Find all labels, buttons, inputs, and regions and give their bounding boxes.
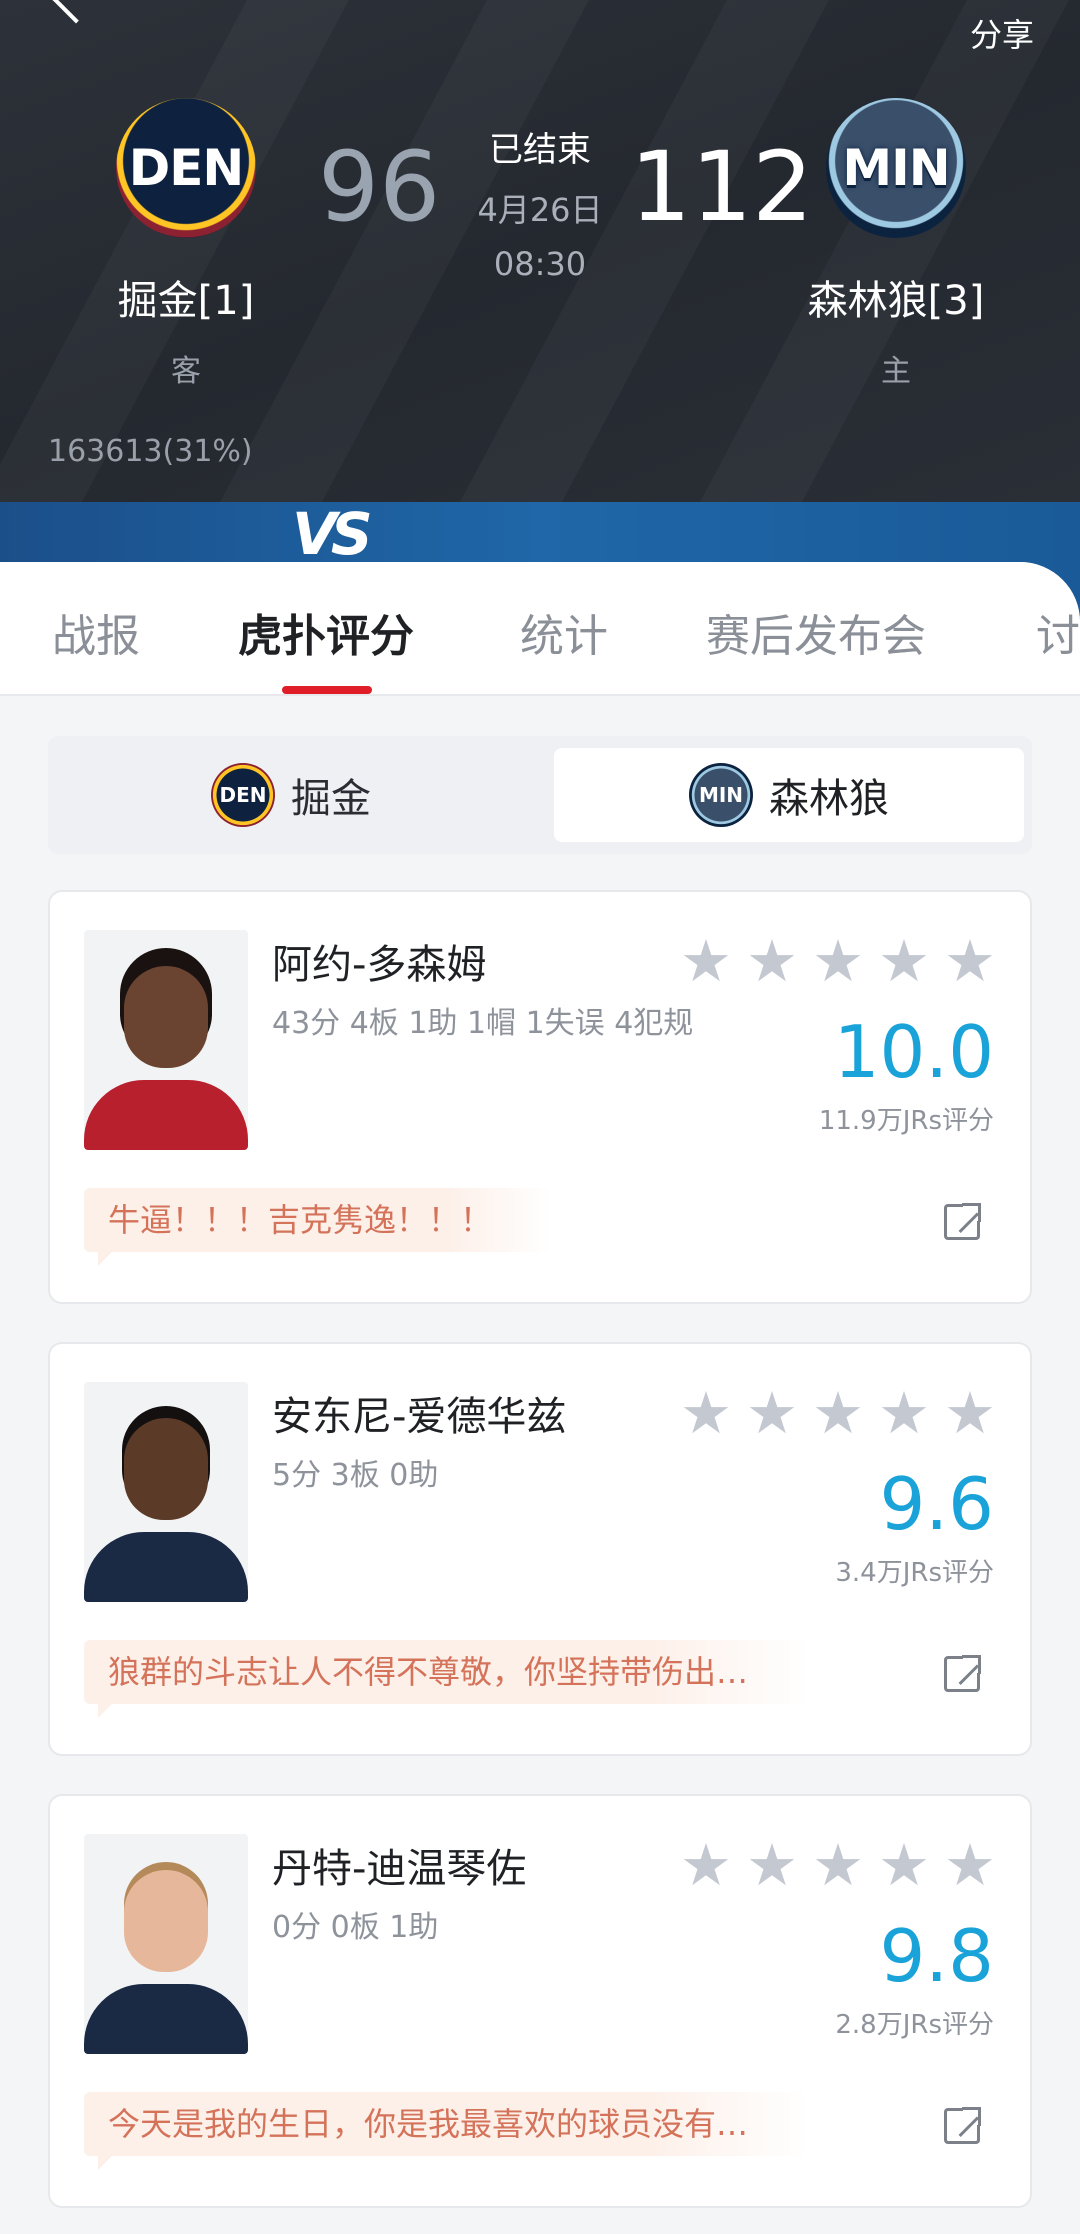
player-stats: 43分 4板 1助 1帽 1失误 4犯规 (272, 1006, 694, 1041)
tab-discussion[interactable]: 讨 (1036, 600, 1080, 664)
player-stats: 5分 3板 0助 (272, 1458, 439, 1493)
player-card[interactable]: 安东尼-爱德华兹 5分 3板 0助 ★ ★ ★ ★ ★ 9.6 3.4万JRs评… (48, 1342, 1032, 1756)
player-name: 阿约-多森姆 (272, 942, 487, 988)
top-comment[interactable]: 牛逼！！！吉克隽逸！！！ (84, 1188, 553, 1266)
rating-count: 2.8万JRs评分 (835, 2010, 994, 2040)
top-comment[interactable]: 今天是我的生日，你是我最喜欢的球员没有… (84, 2092, 809, 2170)
player-avatar (84, 1382, 248, 1602)
star-icon[interactable]: ★ (878, 1836, 930, 1894)
away-team-side: 客 (171, 354, 201, 389)
content-sheet: 战报 虎扑评分 统计 赛后发布会 讨 DEN 掘金 MIN 森林狼 阿约-多森姆… (0, 562, 1080, 2234)
game-time: 08:30 (493, 245, 587, 283)
player-card[interactable]: 阿约-多森姆 43分 4板 1助 1帽 1失误 4犯规 ★ ★ ★ ★ ★ 10… (48, 890, 1032, 1304)
team-switch-label: 掘金 (291, 776, 371, 822)
player-card[interactable]: 丹特-迪温琴佐 0分 0板 1助 ★ ★ ★ ★ ★ 9.8 2.8万JRs评分… (48, 1794, 1032, 2208)
nuggets-logo-icon: DEN (211, 763, 275, 827)
star-icon[interactable]: ★ (944, 1384, 996, 1442)
star-rating[interactable]: ★ ★ ★ ★ ★ (680, 1384, 996, 1442)
home-team-logo[interactable]: MIN (826, 98, 966, 238)
player-rating: 9.8 (879, 1914, 994, 1998)
star-icon[interactable]: ★ (812, 1836, 864, 1894)
star-icon[interactable]: ★ (746, 1836, 798, 1894)
star-icon[interactable]: ★ (680, 1384, 732, 1442)
away-score: 96 (318, 131, 441, 243)
team-switch-timberwolves[interactable]: MIN 森林狼 (554, 748, 1024, 842)
back-icon[interactable] (50, 0, 102, 24)
home-team-side: 主 (881, 354, 911, 389)
tab-press-conference[interactable]: 赛后发布会 (706, 600, 926, 664)
tab-hupu-rating[interactable]: 虎扑评分 (238, 600, 414, 664)
status-label: 已结束 (489, 130, 591, 170)
timberwolves-logo-icon: MIN (689, 763, 753, 827)
tab-bar: 战报 虎扑评分 统计 赛后发布会 讨 (0, 562, 1080, 696)
team-switch-label: 森林狼 (769, 776, 889, 822)
game-status: 已结束 4月26日 08:30 (440, 122, 640, 283)
share-button[interactable]: 分享 (970, 10, 1034, 56)
star-icon[interactable]: ★ (878, 1384, 930, 1442)
external-link-icon[interactable] (944, 2105, 983, 2144)
star-icon[interactable]: ★ (812, 1384, 864, 1442)
team-switch: DEN 掘金 MIN 森林狼 (48, 736, 1032, 854)
player-name: 丹特-迪温琴佐 (272, 1846, 527, 1892)
player-avatar (84, 930, 248, 1150)
top-comment[interactable]: 狼群的斗志让人不得不尊敬，你坚持带伤出… (84, 1640, 809, 1718)
away-team-logo[interactable]: DEN (116, 98, 256, 238)
star-icon[interactable]: ★ (680, 1836, 732, 1894)
star-icon[interactable]: ★ (746, 1384, 798, 1442)
page: 分享 DEN 掘金[1] 客 96 已结束 4月26日 08:30 112 MI… (0, 0, 1080, 2234)
rating-count: 3.4万JRs评分 (835, 1558, 994, 1588)
player-rating: 10.0 (833, 1010, 994, 1094)
player-avatar (84, 1834, 248, 2054)
tab-stats[interactable]: 统计 (520, 600, 608, 664)
external-link-icon[interactable] (944, 1201, 983, 1240)
away-team-name[interactable]: 掘金[1] (56, 268, 316, 326)
star-rating[interactable]: ★ ★ ★ ★ ★ (680, 1836, 996, 1894)
home-team-name[interactable]: 森林狼[3] (766, 268, 1026, 326)
rating-count: 11.9万JRs评分 (818, 1106, 994, 1136)
player-rating: 9.6 (879, 1462, 994, 1546)
active-tab-indicator (282, 686, 372, 694)
external-link-icon[interactable] (944, 1653, 983, 1692)
player-name: 安东尼-爱德华兹 (272, 1394, 567, 1440)
star-icon[interactable]: ★ (746, 932, 798, 990)
star-icon[interactable]: ★ (944, 1836, 996, 1894)
player-stats: 0分 0板 1助 (272, 1910, 439, 1945)
star-rating[interactable]: ★ ★ ★ ★ ★ (680, 932, 996, 990)
home-score: 112 (630, 131, 814, 243)
team-switch-nuggets[interactable]: DEN 掘金 (56, 748, 526, 842)
star-icon[interactable]: ★ (680, 932, 732, 990)
tab-report[interactable]: 战报 (52, 600, 140, 664)
star-icon[interactable]: ★ (812, 932, 864, 990)
vs-mark: VS (292, 500, 373, 568)
vote-count: 163613(31%) (48, 434, 253, 469)
star-icon[interactable]: ★ (944, 932, 996, 990)
game-date: 4月26日 (477, 191, 603, 229)
star-icon[interactable]: ★ (878, 932, 930, 990)
